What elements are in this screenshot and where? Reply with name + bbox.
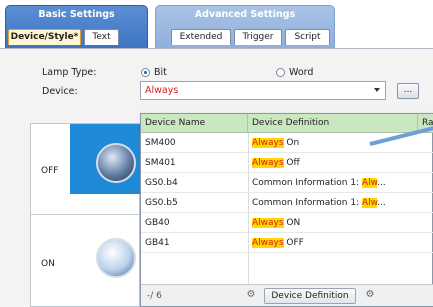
device-list-popup: Device Name Device Definition Ra SM400 A… <box>140 113 433 307</box>
lamp-type-label: Lamp Type: <box>42 67 97 78</box>
item-count: -/ 6 <box>147 291 162 301</box>
device-name: GS0.b5 <box>145 198 178 208</box>
device-list-header: Device Name Device Definition Ra <box>141 114 433 133</box>
gear-icon[interactable]: ⚙ <box>364 289 376 301</box>
tab-extended[interactable]: Extended <box>171 29 231 45</box>
lamp-off-icon <box>96 143 136 183</box>
radio-bit-label: Bit <box>154 67 167 78</box>
gear-icon[interactable]: ⚙ <box>245 289 257 301</box>
basic-settings-title: Basic Settings <box>38 9 115 20</box>
device-name: SM400 <box>145 138 176 148</box>
browse-button[interactable]: ... <box>397 83 419 99</box>
state-off-label: OFF <box>41 166 59 176</box>
tab-trigger[interactable]: Trigger <box>234 29 282 45</box>
dropdown-arrow-icon[interactable] <box>374 88 380 92</box>
device-definition: Always OFF <box>252 238 304 248</box>
state-on-label: ON <box>41 259 55 269</box>
device-definition: Always On <box>252 138 300 148</box>
device-name: GS0.b4 <box>145 178 178 188</box>
device-definition: Always ON <box>252 218 301 228</box>
radio-word[interactable] <box>276 68 285 77</box>
list-item[interactable]: GS0.b4 Common Information 1: Alw... <box>141 173 433 193</box>
advanced-settings-title: Advanced Settings <box>194 9 296 20</box>
header-device-definition[interactable]: Device Definition <box>248 114 418 133</box>
device-name: SM401 <box>145 158 176 168</box>
tab-text[interactable]: Text <box>84 29 119 45</box>
device-label: Device: <box>42 86 78 97</box>
device-input[interactable]: Always <box>140 81 386 100</box>
device-name: GB40 <box>145 218 170 228</box>
device-definition: Common Information 1: Alw... <box>252 198 386 208</box>
device-definition-button[interactable]: Device Definition <box>264 288 356 304</box>
tab-script[interactable]: Script <box>285 29 330 45</box>
device-name: GB41 <box>145 238 170 248</box>
header-device-name[interactable]: Device Name <box>141 114 248 133</box>
list-item[interactable]: GS0.b5 Common Information 1: Alw... <box>141 193 433 213</box>
tab-device-style[interactable]: Device/Style* <box>8 29 81 45</box>
advanced-settings-tab-group: Advanced Settings Extended Trigger Scrip… <box>155 5 335 49</box>
state-divider <box>31 214 139 215</box>
lamp-on-icon <box>96 238 136 278</box>
device-definition: Always Off <box>252 158 300 168</box>
radio-word-label: Word <box>289 67 314 78</box>
list-item[interactable]: GB41 Always OFF <box>141 233 433 253</box>
list-item[interactable]: GB40 Always ON <box>141 213 433 233</box>
device-definition: Common Information 1: Alw... <box>252 178 386 188</box>
basic-settings-tab-group: Basic Settings Device/Style* Text <box>5 5 148 49</box>
radio-bit[interactable] <box>141 68 150 77</box>
device-list-footer: -/ 6 ⚙ Device Definition ⚙ <box>141 284 433 306</box>
list-item[interactable]: SM401 Always Off <box>141 153 433 173</box>
